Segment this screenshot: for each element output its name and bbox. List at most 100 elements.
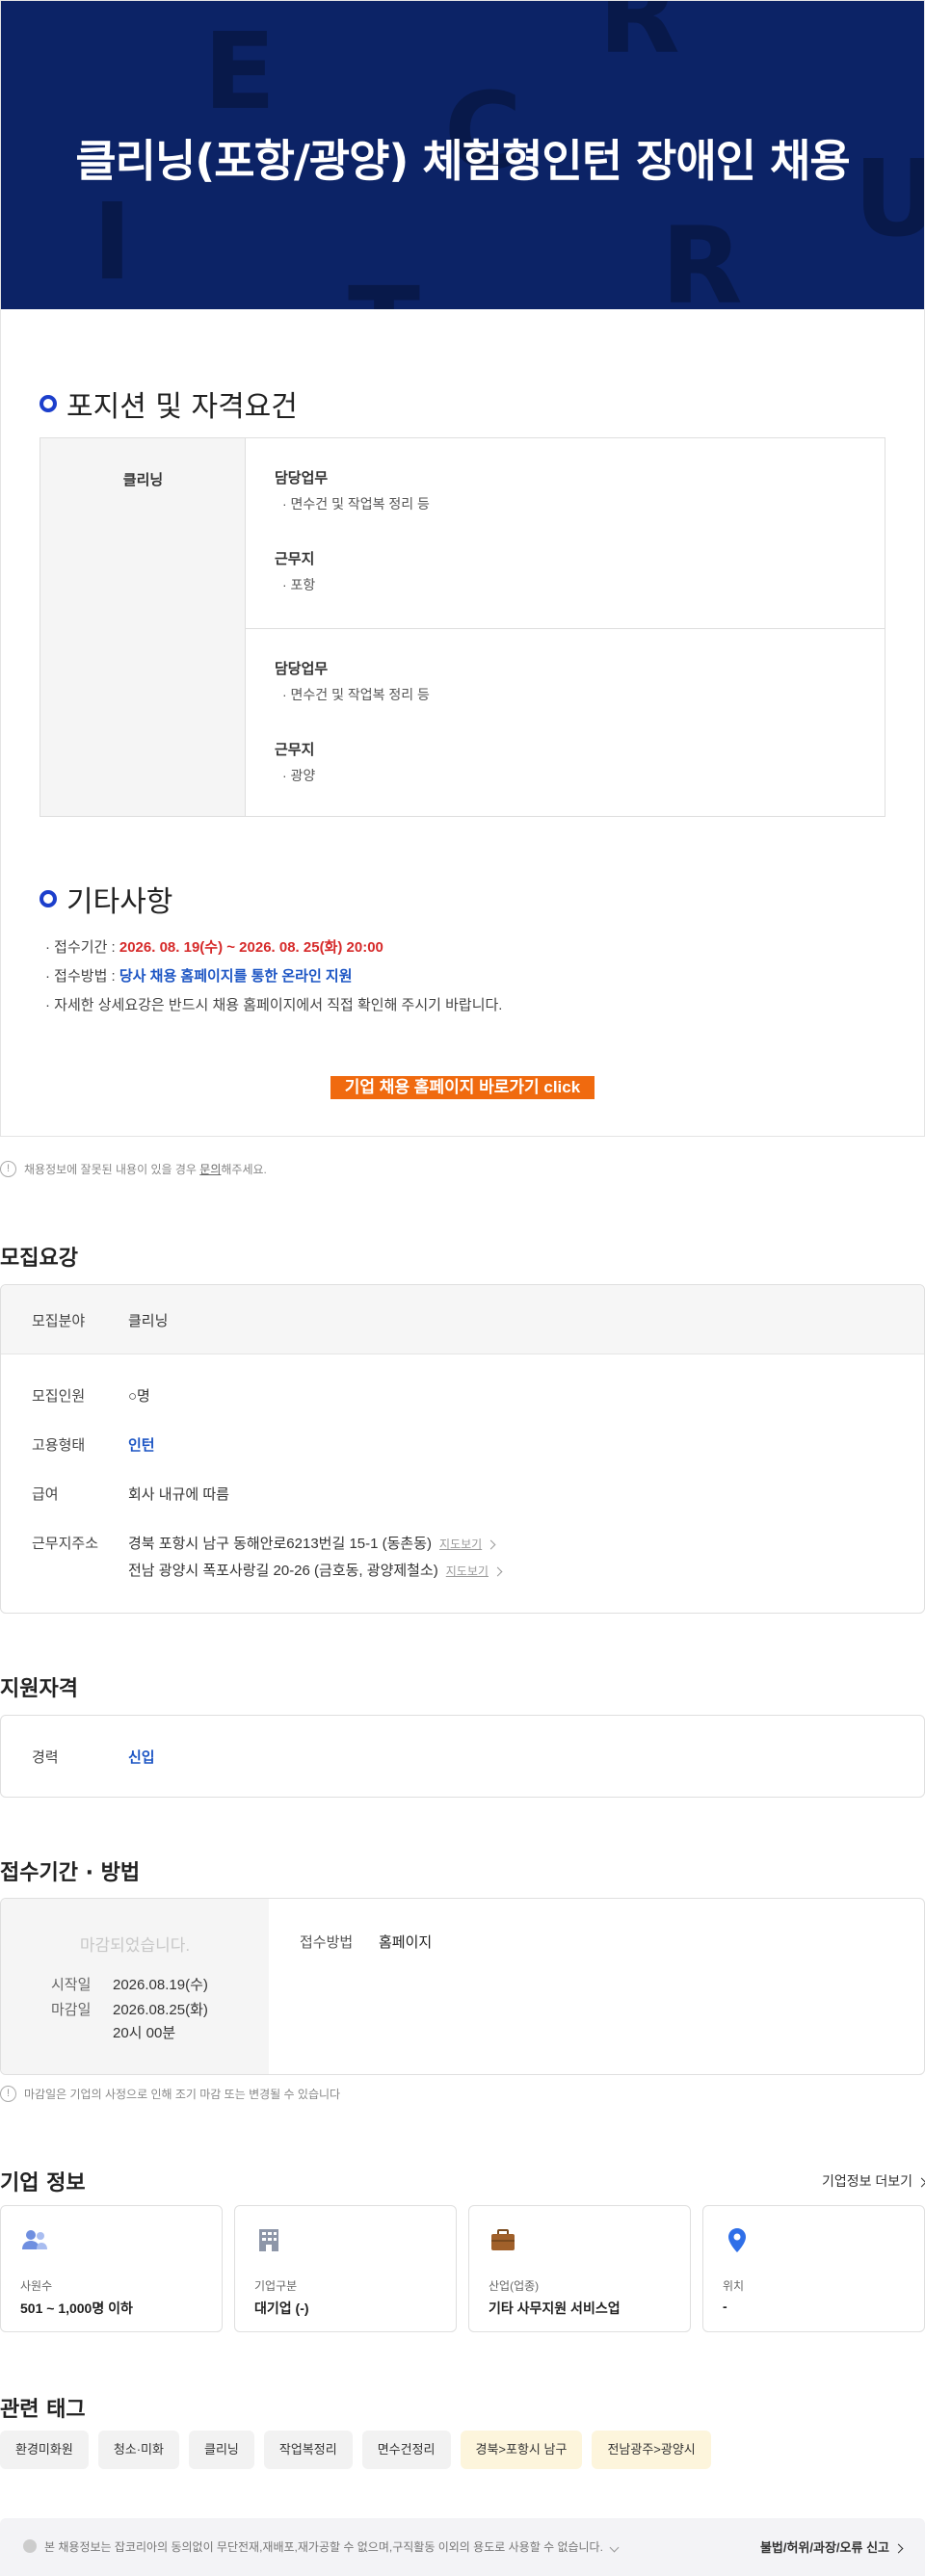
tags-title: 관련 태그 xyxy=(0,2398,86,2422)
salary-label: 급여 xyxy=(32,1486,59,1503)
company-card-employees: 사원수 501 ~ 1,000명 이하 xyxy=(0,2205,223,2332)
end-value: 2026.08.25(화) xyxy=(113,2002,208,2018)
copyright-text: 본 채용정보는 잡코리아의 동의없이 무단전재,재배포,재가공할 수 없으며,구… xyxy=(44,2538,620,2555)
apply-title: 접수기간 · 방법 xyxy=(0,1861,141,1885)
company-cards: 사원수 501 ~ 1,000명 이하 기업구분 대기업 (-) 산업(업종) … xyxy=(0,2205,925,2332)
tag-item[interactable]: 클리닝 xyxy=(188,2431,254,2469)
qualification-box: 경력 신입 xyxy=(0,1715,925,1798)
location-pin-icon xyxy=(728,2228,746,2252)
ring-bullet-icon xyxy=(40,890,57,907)
card-label: 기업구분 xyxy=(254,2279,298,2293)
count-value: ○명 xyxy=(128,1388,150,1405)
duty-value: · 면수건 및 작업복 정리 등 xyxy=(282,687,430,702)
closed-status: 마감되었습니다. xyxy=(79,1936,191,1955)
tag-item[interactable]: 청소·미화 xyxy=(97,2431,179,2469)
map-link[interactable]: 지도보기 xyxy=(439,1538,482,1551)
card-label: 위치 xyxy=(723,2279,745,2293)
misc-detail-line: · 자세한 상세요강은 반드시 채용 홈페이지에서 직접 확인해 주시기 바랍니… xyxy=(45,997,503,1013)
deadline-notice: ! 마감일은 기업의 사정으로 인해 조기 마감 또는 변경될 수 있습니다 xyxy=(0,2086,340,2102)
location-value: · 광양 xyxy=(282,768,316,783)
salary-value: 회사 내규에 따름 xyxy=(128,1486,229,1503)
address-line: 전남 광양시 폭포사랑길 20-26 (금호동, 광양제철소) 지도보기 xyxy=(128,1560,503,1580)
tag-item-location[interactable]: 경북>포항시 남구 xyxy=(460,2431,583,2469)
career-label: 경력 xyxy=(32,1749,59,1766)
end-time: 20시 00분 xyxy=(113,2025,176,2041)
bg-letter: E xyxy=(203,10,277,133)
position-table: 클리닝 담당업무 · 면수건 및 작업복 정리 등 근무지 · 포항 담당업무 … xyxy=(40,437,885,817)
inquiry-link[interactable]: 문의 xyxy=(199,1163,221,1176)
bg-letter: T xyxy=(348,273,420,309)
card-value: 기타 사무지원 서비스업 xyxy=(489,2300,621,2316)
company-more-link[interactable]: 기업정보 더보기 xyxy=(822,2171,925,2191)
card-value: - xyxy=(723,2299,727,2314)
misc-section-title: 기타사항 xyxy=(40,878,172,920)
card-value: 대기업 (-) xyxy=(254,2300,309,2316)
career-value: 신입 xyxy=(128,1749,155,1766)
tag-item[interactable]: 환경미화원 xyxy=(0,2431,89,2469)
location-label: 근무지 xyxy=(275,551,315,567)
method-value: 홈페이지 xyxy=(379,1934,433,1951)
company-homepage-button[interactable]: 기업 채용 홈페이지 바로가기 click xyxy=(330,1076,595,1099)
position-row: 담당업무 · 면수건 및 작업복 정리 등 근무지 · 광양 xyxy=(246,629,885,816)
recruit-title: 모집요강 xyxy=(0,1247,78,1271)
chevron-down-icon[interactable] xyxy=(609,2542,620,2553)
report-link[interactable]: 불법/허위/과장/오류 신고 xyxy=(760,2537,904,2556)
address-line: 경북 포항시 남구 동해안로6213번길 15-1 (동촌동) 지도보기 xyxy=(128,1533,496,1553)
duty-value: · 면수건 및 작업복 정리 등 xyxy=(282,496,430,512)
start-value: 2026.08.19(수) xyxy=(113,1977,208,1993)
position-field-cell: 클리닝 xyxy=(40,438,246,816)
misc-method-line: · 접수방법 : 당사 채용 홈페이지를 통한 온라인 지원 xyxy=(45,968,353,985)
company-card-type: 기업구분 대기업 (-) xyxy=(234,2205,457,2332)
position-row: 담당업무 · 면수건 및 작업복 정리 등 근무지 · 포항 xyxy=(246,438,885,629)
job-posting-poster: E R C I R U T 클리닝(포항/광양) 체험형인턴 장애인 채용 포지… xyxy=(0,0,925,1137)
chevron-right-icon xyxy=(893,2543,904,2554)
chevron-right-icon xyxy=(486,1539,496,1549)
briefcase-icon xyxy=(491,2229,515,2250)
tag-item[interactable]: 작업복정리 xyxy=(263,2431,353,2469)
tag-item-location[interactable]: 전남광주>광양시 xyxy=(592,2431,711,2469)
address-label: 근무지주소 xyxy=(32,1536,99,1552)
related-tags: 환경미화원 청소·미화 클리닝 작업복정리 면수건정리 경북>포항시 남구 전남… xyxy=(0,2431,711,2469)
bg-letter: I xyxy=(92,180,132,303)
tag-item[interactable]: 면수건정리 xyxy=(361,2431,451,2469)
count-label: 모집인원 xyxy=(32,1388,86,1405)
posting-title: 클리닝(포항/광양) 체험형인턴 장애인 채용 xyxy=(75,135,850,187)
card-value: 501 ~ 1,000명 이하 xyxy=(20,2300,133,2316)
card-label: 사원수 xyxy=(20,2279,53,2293)
report-error-notice: ! 채용정보에 잘못된 내용이 있을 경우 문의해주세요. xyxy=(0,1161,267,1177)
copyright-footer: 본 채용정보는 잡코리아의 동의없이 무단전재,재배포,재가공할 수 없으며,구… xyxy=(0,2518,925,2576)
field-value: 클리닝 xyxy=(128,1313,169,1329)
chevron-right-icon xyxy=(492,1566,503,1576)
recruit-box: 모집분야 클리닝 모집인원 ○명 고용형태 인턴 급여 회사 내규에 따름 근무… xyxy=(0,1284,925,1614)
info-dot-icon xyxy=(23,2539,37,2553)
employment-type-label: 고용형태 xyxy=(32,1437,86,1454)
employment-type-value: 인턴 xyxy=(128,1437,155,1454)
bg-letter: R xyxy=(598,1,680,77)
deadline-pane: 마감되었습니다. 시작일 2026.08.19(수) 마감일 2026.08.2… xyxy=(1,1899,269,2074)
location-label: 근무지 xyxy=(275,742,315,758)
company-card-location: 위치 - xyxy=(702,2205,925,2332)
end-label: 마감일 xyxy=(51,2002,92,2018)
chevron-right-icon xyxy=(916,2177,925,2188)
info-icon: ! xyxy=(0,1161,16,1177)
info-icon: ! xyxy=(0,2086,16,2102)
misc-period-line: · 접수기간 : 2026. 08. 19(수) ~ 2026. 08. 25(… xyxy=(45,939,383,956)
hero-banner: E R C I R U T 클리닝(포항/광양) 체험형인턴 장애인 채용 xyxy=(1,1,924,309)
method-label: 접수방법 xyxy=(300,1934,354,1951)
method-value: 당사 채용 홈페이지를 통한 온라인 지원 xyxy=(119,968,353,985)
people-icon xyxy=(22,2230,47,2249)
field-label: 모집분야 xyxy=(32,1313,86,1329)
position-section-title: 포지션 및 자격요건 xyxy=(40,382,298,425)
apply-box: 마감되었습니다. 시작일 2026.08.19(수) 마감일 2026.08.2… xyxy=(0,1898,925,2075)
duty-label: 담당업무 xyxy=(275,661,329,677)
ring-bullet-icon xyxy=(40,395,57,412)
building-icon xyxy=(259,2229,278,2251)
company-title: 기업 정보 xyxy=(0,2171,86,2195)
card-label: 산업(업종) xyxy=(489,2279,540,2293)
start-label: 시작일 xyxy=(51,1977,92,1993)
duty-label: 담당업무 xyxy=(275,470,329,486)
qualification-title: 지원자격 xyxy=(0,1677,78,1701)
map-link[interactable]: 지도보기 xyxy=(446,1564,489,1578)
location-value: · 포항 xyxy=(282,577,316,592)
bg-letter: R xyxy=(661,204,743,309)
